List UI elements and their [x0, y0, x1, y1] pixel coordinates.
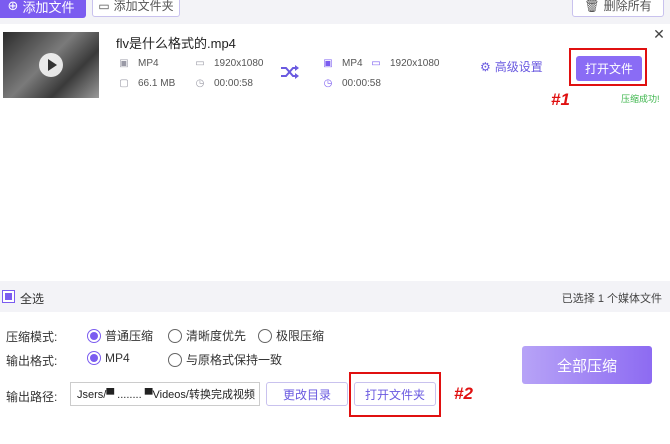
advanced-settings-link[interactable]: ⚙ 高级设置: [480, 58, 543, 75]
compress-all-button[interactable]: 全部压缩: [522, 346, 652, 384]
output-resolution: ▭ 1920x1080: [371, 58, 440, 69]
add-folder-button[interactable]: ▭ 添加文件夹: [92, 0, 180, 17]
add-file-button[interactable]: ⊕ 添加文件: [0, 0, 86, 18]
video-file-icon: ▣: [323, 58, 333, 69]
select-all-checkbox[interactable]: [2, 290, 15, 303]
folder-icon: ▢: [119, 78, 129, 89]
change-directory-button[interactable]: 更改目录: [266, 382, 348, 406]
video-file-icon: ▣: [119, 58, 129, 69]
convert-icon: [281, 65, 299, 79]
selected-count: 已选择 1 个媒体文件: [561, 293, 662, 305]
trash-icon: 🗑: [584, 0, 600, 13]
annotation-label-2: #2: [454, 384, 473, 403]
radio[interactable]: [168, 352, 182, 367]
source-resolution: ▭ 1920x1080: [195, 58, 264, 69]
folder-icon: ▭: [98, 0, 110, 13]
plus-circle-icon: ⊕: [7, 0, 19, 13]
clock-icon: ◷: [323, 78, 333, 89]
video-thumbnail[interactable]: [3, 32, 99, 98]
select-all-label[interactable]: 全选: [20, 290, 44, 307]
compress-mode-label: 压缩模式:: [6, 330, 58, 344]
source-size: ▢ 66.1 MB: [119, 78, 176, 89]
annotation-box-1: [569, 48, 647, 86]
output-path-field[interactable]: Jsers/▀ ........ ▀Videos/转换完成视频: [70, 382, 260, 406]
source-format: ▣ MP4: [119, 58, 159, 69]
file-list: ✕ flv是什么格式的.mp4 ▣ MP4 ▭ 1920x1080 ▢ 66.1…: [0, 24, 670, 281]
file-name: flv是什么格式的.mp4: [116, 36, 236, 51]
output-duration: ◷ 00:00:58: [323, 78, 381, 89]
resolution-icon: ▭: [195, 58, 205, 69]
output-format-label: 输出格式:: [6, 354, 58, 368]
settings-panel: 压缩模式: 普通压缩 清晰度优先 极限压缩 输出格式: MP4 与原格式保持一致…: [0, 312, 670, 444]
radio-selected[interactable]: [87, 328, 101, 343]
selection-bar: 全选 已选择 1 个媒体文件: [0, 284, 670, 310]
annotation-label-1: #1: [551, 90, 570, 109]
delete-all-button[interactable]: 🗑 删除所有: [572, 0, 664, 17]
clock-icon: ◷: [195, 78, 205, 89]
status-text: 压缩成功!: [621, 94, 660, 104]
gear-icon: ⚙: [480, 59, 491, 74]
mode-clarity[interactable]: 清晰度优先: [168, 327, 246, 344]
toolbar: ⊕ 添加文件 ▭ 添加文件夹 🗑 删除所有: [0, 0, 670, 22]
radio-selected[interactable]: [87, 351, 101, 365]
radio[interactable]: [258, 328, 272, 343]
output-format: ▣ MP4: [323, 58, 363, 69]
mode-extreme[interactable]: 极限压缩: [258, 327, 324, 344]
radio[interactable]: [168, 328, 182, 343]
play-icon[interactable]: [39, 53, 63, 77]
mode-normal[interactable]: 普通压缩: [87, 327, 153, 344]
source-duration: ◷ 00:00:58: [195, 78, 253, 89]
format-mp4[interactable]: MP4: [87, 351, 130, 365]
format-keep-original[interactable]: 与原格式保持一致: [168, 351, 282, 368]
output-path-label: 输出路径:: [6, 390, 58, 404]
resolution-icon: ▭: [371, 58, 381, 69]
close-icon[interactable]: ✕: [652, 26, 666, 43]
annotation-box-2: [349, 372, 441, 417]
